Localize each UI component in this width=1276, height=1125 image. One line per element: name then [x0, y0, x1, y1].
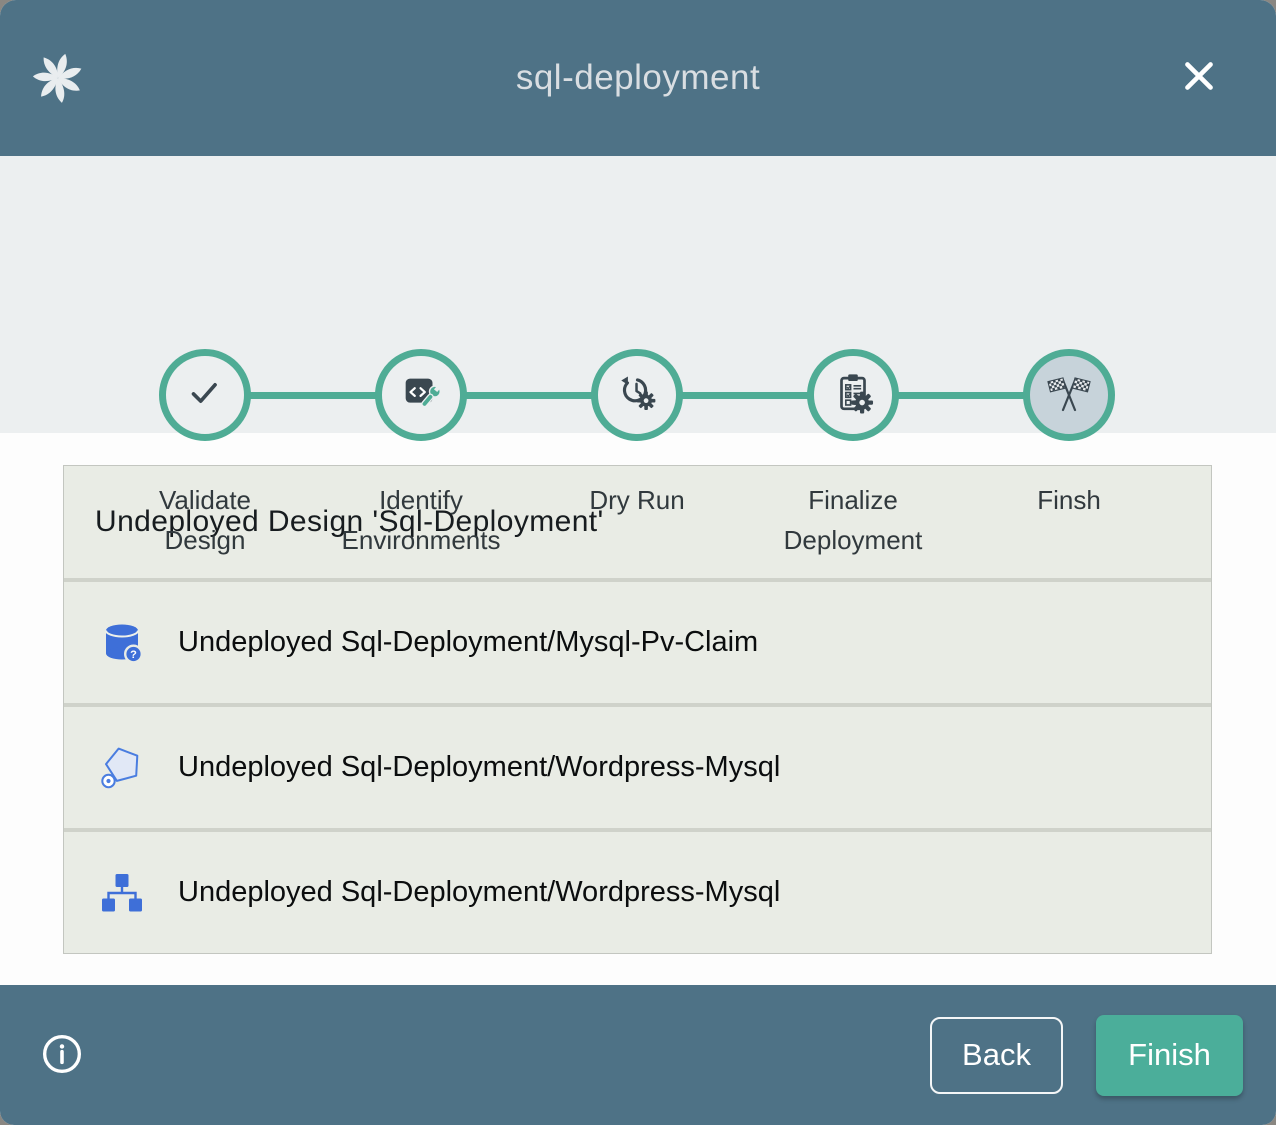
- step-dry-run[interactable]: [591, 349, 683, 441]
- step-label-finish: Finsh: [939, 480, 1199, 520]
- result-row-text: Undeployed Sql-Deployment/Mysql-Pv-Claim: [178, 626, 758, 659]
- step-validate-design[interactable]: [159, 349, 251, 441]
- checkered-flags-icon: [1045, 369, 1093, 422]
- database-question-icon: ?: [98, 619, 146, 667]
- result-row: Undeployed Sql-Deployment/Wordpress-Mysq…: [64, 832, 1211, 953]
- pentagon-badge-icon: [98, 744, 146, 792]
- info-icon: [41, 1033, 83, 1078]
- close-button[interactable]: [1176, 54, 1222, 100]
- svg-text:?: ?: [130, 649, 137, 661]
- finish-button[interactable]: Finish: [1096, 1015, 1243, 1096]
- meshery-logo-icon: [30, 50, 86, 106]
- close-icon: [1178, 55, 1220, 100]
- wizard-stepper: Validate Design Identify Environments Dr…: [0, 156, 1276, 433]
- deployment-wizard-modal: sql-deployment: [0, 0, 1276, 1125]
- step-finish[interactable]: [1023, 349, 1115, 441]
- step-finalize-deployment[interactable]: [807, 349, 899, 441]
- checklist-gear-icon: [830, 370, 876, 421]
- code-config-icon: [398, 370, 444, 421]
- result-row-text: Undeployed Sql-Deployment/Wordpress-Mysq…: [178, 751, 780, 784]
- result-row: ? Undeployed Sql-Deployment/Mysql-Pv-Cla…: [64, 582, 1211, 703]
- modal-footer: Back Finish: [0, 985, 1276, 1125]
- back-button[interactable]: Back: [930, 1017, 1063, 1094]
- info-button[interactable]: [40, 1033, 84, 1077]
- dry-run-sync-gear-icon: [614, 370, 660, 421]
- modal-header: sql-deployment: [0, 0, 1276, 156]
- step-identify-environments[interactable]: [375, 349, 467, 441]
- result-row-text: Undeployed Sql-Deployment/Wordpress-Mysq…: [178, 876, 780, 909]
- result-row: Undeployed Sql-Deployment/Wordpress-Mysq…: [64, 707, 1211, 828]
- page-title: sql-deployment: [0, 58, 1276, 98]
- check-icon: [182, 370, 228, 421]
- hierarchy-icon: [98, 869, 146, 917]
